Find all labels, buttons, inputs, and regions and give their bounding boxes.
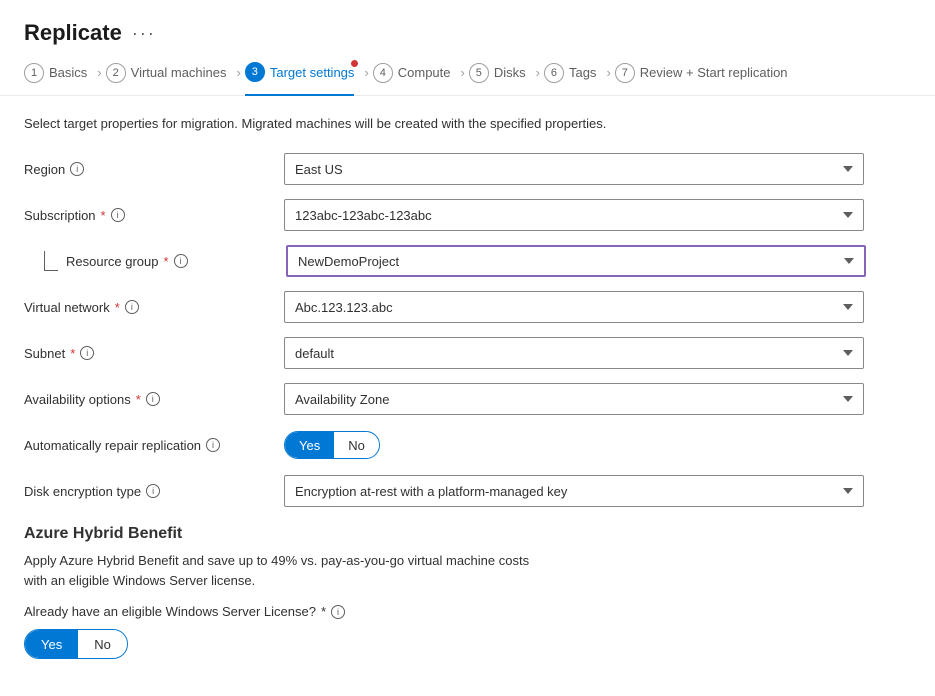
region-label: Region i (24, 162, 284, 177)
subscription-control: 123abc-123abc-123abc (284, 199, 864, 231)
subscription-row: Subscription * i 123abc-123abc-123abc (24, 199, 911, 231)
auto-repair-toggle[interactable]: Yes No (284, 431, 380, 459)
step-num-review: 7 (615, 63, 635, 83)
step-label-tags: Tags (569, 65, 596, 80)
step-label-compute: Compute (398, 65, 451, 80)
step-num-compute: 4 (373, 63, 393, 83)
availability-options-row: Availability options * i Availability Zo… (24, 383, 911, 415)
step-virtual-machines[interactable]: 2 Virtual machines (106, 63, 227, 95)
step-review[interactable]: 7 Review + Start replication (615, 63, 788, 95)
already-label-row: Already have an eligible Windows Server … (24, 604, 911, 619)
hybrid-benefit-title: Azure Hybrid Benefit (24, 525, 911, 543)
disk-encryption-label: Disk encryption type i (24, 484, 284, 499)
resource-group-row: Resource group * i NewDemoProject (24, 245, 911, 277)
step-sep-2: › (237, 65, 241, 92)
auto-repair-info-icon[interactable]: i (206, 438, 220, 452)
disk-encryption-dropdown[interactable]: Encryption at-rest with a platform-manag… (284, 475, 864, 507)
rg-info-icon[interactable]: i (174, 254, 188, 268)
subscription-info-icon[interactable]: i (111, 208, 125, 222)
step-sep-4: › (461, 65, 465, 92)
vnet-required: * (115, 300, 120, 315)
virtual-network-control: Abc.123.123.abc (284, 291, 864, 323)
hybrid-benefit-section: Azure Hybrid Benefit Apply Azure Hybrid … (24, 525, 911, 659)
step-compute[interactable]: 4 Compute (373, 63, 451, 95)
disk-encryption-info-icon[interactable]: i (146, 484, 160, 498)
resource-group-dropdown[interactable]: NewDemoProject (286, 245, 866, 277)
hybrid-benefit-toggle-container: Yes No (24, 629, 911, 659)
availability-options-label: Availability options * i (24, 392, 284, 407)
subnet-control: default (284, 337, 864, 369)
subnet-info-icon[interactable]: i (80, 346, 94, 360)
hybrid-benefit-toggle[interactable]: Yes No (24, 629, 128, 659)
page-title: Replicate (24, 20, 122, 46)
region-info-icon[interactable]: i (70, 162, 84, 176)
wizard-steps: 1 Basics › 2 Virtual machines › 3 Target… (0, 46, 935, 96)
subnet-label: Subnet * i (24, 346, 284, 361)
disk-encryption-control: Encryption at-rest with a platform-manag… (284, 475, 864, 507)
step-target-settings[interactable]: 3 Target settings (245, 62, 355, 96)
more-options-icon[interactable]: ··· (132, 23, 156, 44)
subscription-required: * (101, 208, 106, 223)
step-num-basics: 1 (24, 63, 44, 83)
subscription-dropdown[interactable]: 123abc-123abc-123abc (284, 199, 864, 231)
step-sep-3: › (364, 65, 368, 92)
disk-encryption-row: Disk encryption type i Encryption at-res… (24, 475, 911, 507)
virtual-network-label: Virtual network * i (24, 300, 284, 315)
already-label-text: Already have an eligible Windows Server … (24, 604, 316, 619)
avail-info-icon[interactable]: i (146, 392, 160, 406)
form-area: Select target properties for migration. … (0, 96, 935, 679)
avail-required: * (136, 392, 141, 407)
availability-options-control: Availability Zone (284, 383, 864, 415)
vnet-info-icon[interactable]: i (125, 300, 139, 314)
step-label-basics: Basics (49, 65, 87, 80)
already-info-icon[interactable]: i (331, 605, 345, 619)
subnet-dropdown[interactable]: default (284, 337, 864, 369)
step-num-target: 3 (245, 62, 265, 82)
virtual-network-row: Virtual network * i Abc.123.123.abc (24, 291, 911, 323)
step-sep-5: › (536, 65, 540, 92)
subscription-label: Subscription * i (24, 208, 284, 223)
page-header: Replicate ··· (0, 0, 935, 46)
step-basics[interactable]: 1 Basics (24, 63, 87, 95)
availability-options-dropdown[interactable]: Availability Zone (284, 383, 864, 415)
already-required: * (321, 604, 326, 619)
region-control: East US (284, 153, 864, 185)
rg-required: * (164, 254, 169, 269)
resource-group-control: NewDemoProject (286, 245, 866, 277)
auto-repair-yes[interactable]: Yes (285, 432, 334, 458)
step-num-tags: 6 (544, 63, 564, 83)
subnet-required: * (70, 346, 75, 361)
step-tags[interactable]: 6 Tags (544, 63, 596, 95)
auto-repair-toggle-container: Yes No (284, 431, 864, 459)
form-description: Select target properties for migration. … (24, 116, 911, 131)
step-label-target: Target settings (270, 65, 355, 80)
step-disks[interactable]: 5 Disks (469, 63, 526, 95)
step-num-vm: 2 (106, 63, 126, 83)
step-num-disks: 5 (469, 63, 489, 83)
step-dot-target (351, 60, 358, 67)
auto-repair-label: Automatically repair replication i (24, 438, 284, 453)
virtual-network-dropdown[interactable]: Abc.123.123.abc (284, 291, 864, 323)
step-label-review: Review + Start replication (640, 65, 788, 80)
step-sep-6: › (606, 65, 610, 92)
region-row: Region i East US (24, 153, 911, 185)
indent-connector (44, 251, 58, 271)
hybrid-yes[interactable]: Yes (25, 630, 78, 658)
hybrid-benefit-description: Apply Azure Hybrid Benefit and save up t… (24, 551, 911, 590)
hybrid-no[interactable]: No (78, 630, 127, 658)
auto-repair-no[interactable]: No (334, 432, 379, 458)
step-sep-1: › (97, 65, 101, 92)
step-label-vm: Virtual machines (131, 65, 227, 80)
auto-repair-row: Automatically repair replication i Yes N… (24, 429, 911, 461)
subnet-row: Subnet * i default (24, 337, 911, 369)
region-dropdown[interactable]: East US (284, 153, 864, 185)
resource-group-label: Resource group * i (66, 254, 286, 269)
step-label-disks: Disks (494, 65, 526, 80)
